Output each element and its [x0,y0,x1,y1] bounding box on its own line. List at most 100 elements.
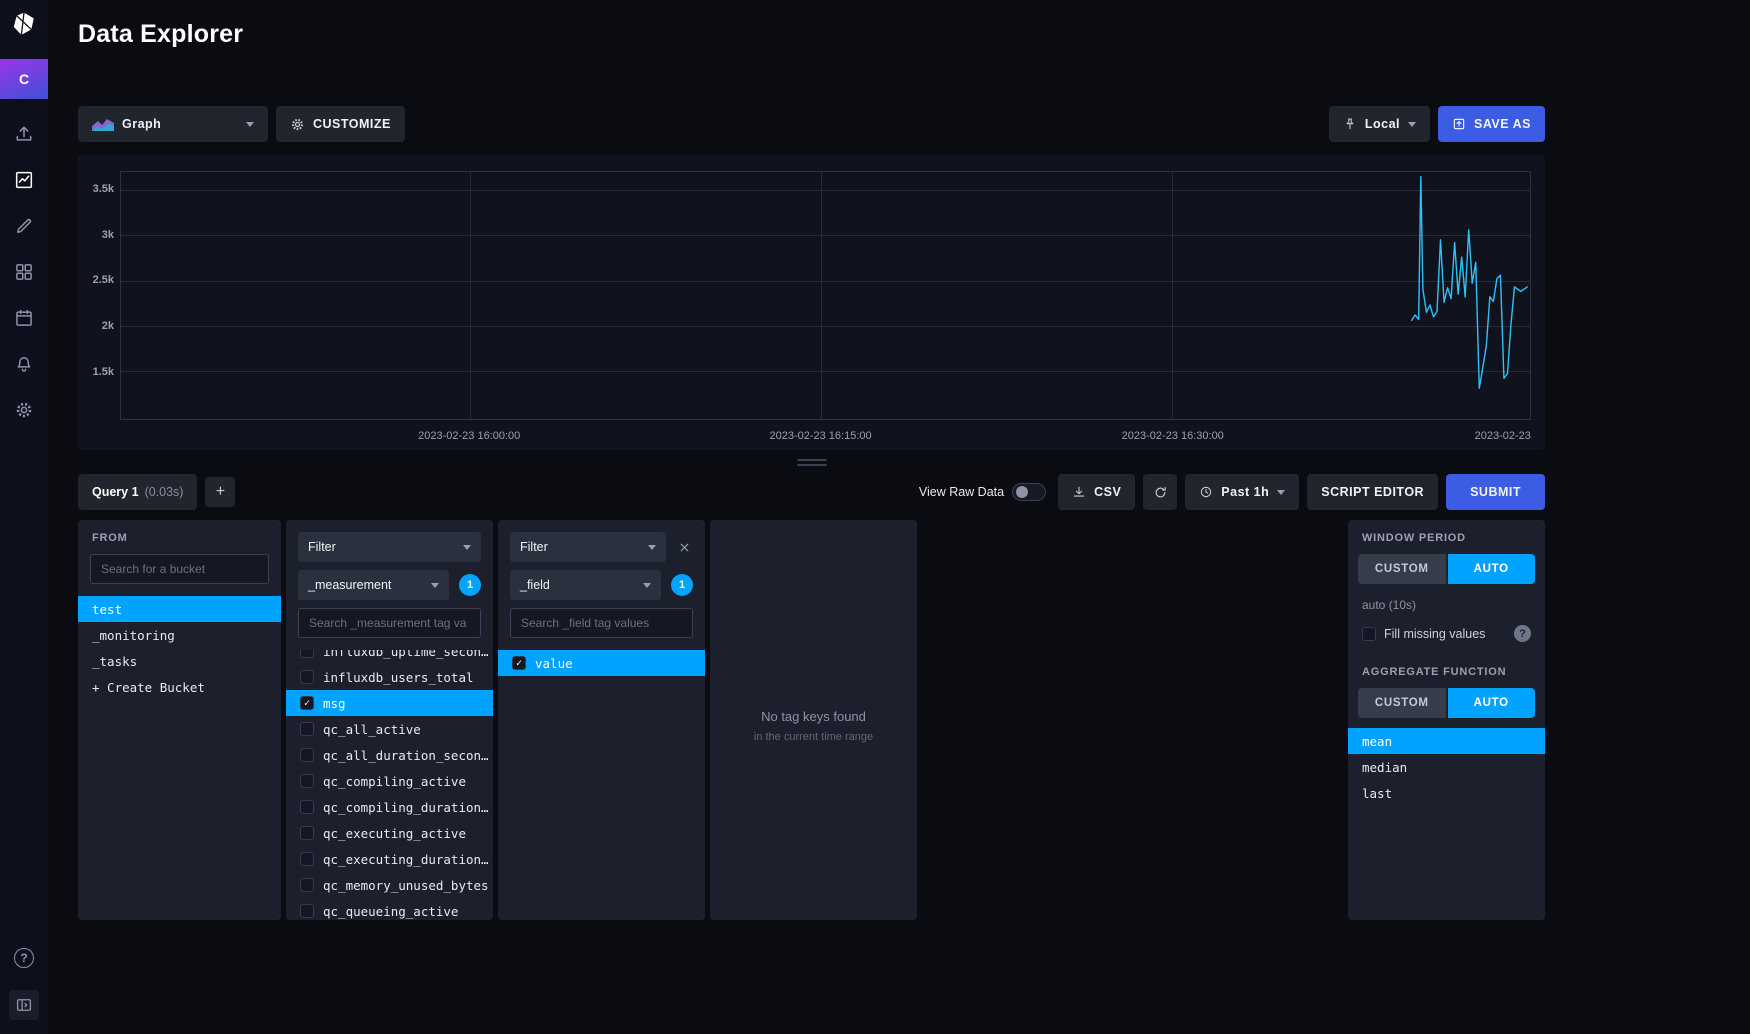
resize-handle[interactable] [78,450,1545,474]
handle-bar [797,464,827,466]
aggregate-function-name: last [1362,786,1392,801]
window-custom-button[interactable]: CUSTOM [1358,554,1446,584]
field-search-input[interactable] [510,608,693,638]
bucket-search-input[interactable] [90,554,269,584]
alerts-bell-icon[interactable] [14,354,34,374]
export-icon [1452,117,1466,131]
help-tooltip-icon[interactable]: ? [1514,625,1531,642]
measurement-list-item[interactable]: influxdb_uptime_secon… [286,650,493,664]
y-tick-label: 3.5k [93,183,114,195]
toggle-knob [1016,486,1028,498]
measurement-checkbox[interactable] [300,878,314,892]
measurement-checkbox[interactable] [300,670,314,684]
view-raw-data-toggle[interactable] [1012,483,1046,501]
edit-pencil-icon[interactable] [14,216,34,236]
chevron-down-icon [431,583,439,588]
measurement-search-input[interactable] [298,608,481,638]
window-auto-button[interactable]: AUTO [1448,554,1536,584]
filter-type-dropdown[interactable]: Filter [510,532,666,562]
field-value-list[interactable]: value [498,650,705,920]
tasks-calendar-icon[interactable] [14,308,34,328]
measurement-checkbox[interactable] [300,774,314,788]
view-raw-data-control: View Raw Data [919,483,1046,501]
settings-gear-icon[interactable] [14,400,34,420]
aggregate-custom-button[interactable]: CUSTOM [1358,688,1446,718]
submit-label: SUBMIT [1470,485,1521,499]
empty-panel-title: No tag keys found [761,709,866,724]
bucket-list-item[interactable]: test [78,596,281,622]
bucket-list-item[interactable]: _monitoring [78,622,281,648]
measurement-list[interactable]: influxdb_uptime_secon… influxdb_users_to… [286,650,493,920]
query-builder: FROM test _monitoring _tasks [78,520,1545,920]
measurement-list-item[interactable]: qc_queueing_active [286,898,493,920]
csv-download-button[interactable]: CSV [1058,474,1135,510]
measurement-list-item[interactable]: msg [286,690,493,716]
customize-button[interactable]: CUSTOMIZE [276,106,405,142]
tag-key-dropdown-measurement[interactable]: _measurement [298,570,449,600]
measurement-list-item[interactable]: qc_executing_active [286,820,493,846]
dashboards-grid-icon[interactable] [14,262,34,282]
measurement-checkbox[interactable] [300,748,314,762]
measurement-checkbox[interactable] [300,852,314,866]
query-bar: Query 1 (0.03s) + View Raw Data CSV [78,474,1545,510]
refresh-button[interactable] [1143,474,1177,510]
from-header: FROM [92,532,267,544]
influxdb-logo-icon[interactable] [0,0,48,48]
measurement-name: influxdb_users_total [323,670,474,685]
measurement-list-item[interactable]: qc_executing_duration… [286,846,493,872]
measurement-list-item[interactable]: influxdb_users_total [286,664,493,690]
aggregate-auto-button[interactable]: AUTO [1448,688,1536,718]
measurement-checkbox[interactable] [300,722,314,736]
from-panel: FROM test _monitoring _tasks [78,520,281,920]
main-content: Data Explorer Graph [48,0,1750,920]
fill-missing-values-row: Fill missing values ? [1362,625,1531,642]
measurement-list-item[interactable]: qc_compiling_duration… [286,794,493,820]
collapse-sidebar-icon[interactable] [9,990,39,1020]
time-range-dropdown[interactable]: Past 1h [1185,474,1299,510]
measurement-list-item[interactable]: qc_all_active [286,716,493,742]
filter-type-dropdown[interactable]: Filter [298,532,481,562]
org-avatar[interactable]: C [0,59,48,99]
fill-missing-checkbox[interactable] [1362,627,1376,641]
data-explorer-graph-icon[interactable] [14,170,34,190]
tag-key-dropdown-field[interactable]: _field [510,570,661,600]
chevron-down-icon [463,545,471,550]
visualization-type-dropdown[interactable]: Graph [78,106,268,142]
x-tick-label: 2023-02-23 16:30:00 [1122,430,1224,442]
query-tab-name: Query 1 [92,485,139,499]
sidebar-bottom: ? [9,948,39,1020]
bucket-list-item[interactable]: _tasks [78,648,281,674]
query-options-panel: WINDOW PERIOD CUSTOM AUTO auto (10s) Fil… [1348,520,1545,920]
aggregate-function-item[interactable]: mean [1348,728,1545,754]
empty-panel-subtitle: in the current time range [754,731,873,743]
measurement-list-item[interactable]: qc_all_duration_secon… [286,742,493,768]
chevron-down-icon [643,583,651,588]
measurement-checkbox[interactable] [300,696,314,710]
measurement-list-item[interactable]: qc_memory_unused_bytes [286,872,493,898]
submit-button[interactable]: SUBMIT [1446,474,1545,510]
field-value-list-item[interactable]: value [498,650,705,676]
measurement-checkbox[interactable] [300,826,314,840]
query-tab[interactable]: Query 1 (0.03s) [78,474,197,510]
save-as-label: SAVE AS [1474,117,1531,131]
tag-keys-empty-panel: No tag keys found in the current time ra… [710,520,917,920]
measurement-list-item[interactable]: qc_compiling_active [286,768,493,794]
local-label: Local [1365,117,1400,131]
field-value-checkbox[interactable] [512,656,526,670]
bucket-list-item[interactable]: + Create Bucket [78,674,281,700]
script-editor-button[interactable]: SCRIPT EDITOR [1307,474,1438,510]
measurement-checkbox[interactable] [300,650,314,658]
chevron-down-icon [246,122,254,127]
save-as-button[interactable]: SAVE AS [1438,106,1545,142]
aggregate-function-item[interactable]: last [1348,780,1545,806]
visualization-toolbar: Graph CUSTOMIZE Lo [78,106,1545,142]
measurement-checkbox[interactable] [300,904,314,918]
aggregate-function-item[interactable]: median [1348,754,1545,780]
measurement-checkbox[interactable] [300,800,314,814]
local-dropdown[interactable]: Local [1329,106,1430,142]
upload-icon[interactable] [14,124,34,144]
remove-filter-close-icon[interactable] [676,539,693,556]
help-icon[interactable]: ? [14,948,34,968]
selected-count-badge: 1 [671,574,693,596]
add-query-button[interactable]: + [205,477,235,507]
